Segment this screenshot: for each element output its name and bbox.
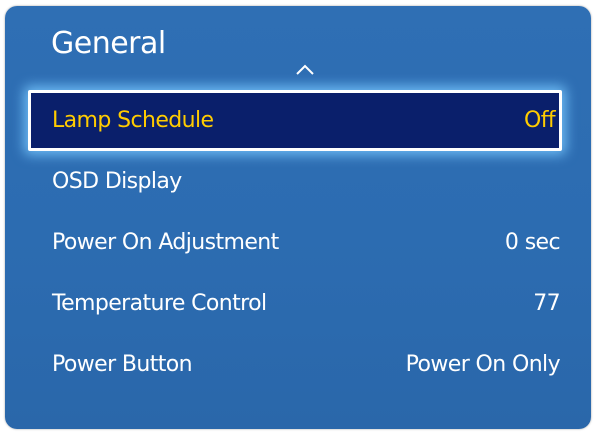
menu-item-value: 77 xyxy=(533,291,560,316)
osd-menu-panel: General Lamp Schedule Off OSD Display Po… xyxy=(5,6,591,429)
menu-list: Lamp Schedule Off OSD Display Power On A… xyxy=(28,90,562,395)
menu-item-power-button[interactable]: Power Button Power On Only xyxy=(28,334,562,395)
menu-item-power-on-adjustment[interactable]: Power On Adjustment 0 sec xyxy=(28,212,562,273)
menu-item-label: Temperature Control xyxy=(52,291,267,316)
menu-item-value: Off xyxy=(523,108,556,133)
chevron-up-icon[interactable] xyxy=(294,62,316,76)
menu-item-value: Power On Only xyxy=(405,352,561,377)
menu-item-temperature-control[interactable]: Temperature Control 77 xyxy=(28,273,562,334)
menu-item-label: Power Button xyxy=(52,352,193,377)
menu-item-value: 0 sec xyxy=(504,230,561,255)
menu-item-osd-display[interactable]: OSD Display xyxy=(28,151,562,212)
menu-item-label: Power On Adjustment xyxy=(52,230,279,255)
menu-title: General xyxy=(51,26,166,61)
menu-item-label: OSD Display xyxy=(52,169,182,194)
menu-item-label: Lamp Schedule xyxy=(52,108,214,133)
menu-item-lamp-schedule[interactable]: Lamp Schedule Off xyxy=(28,90,562,151)
